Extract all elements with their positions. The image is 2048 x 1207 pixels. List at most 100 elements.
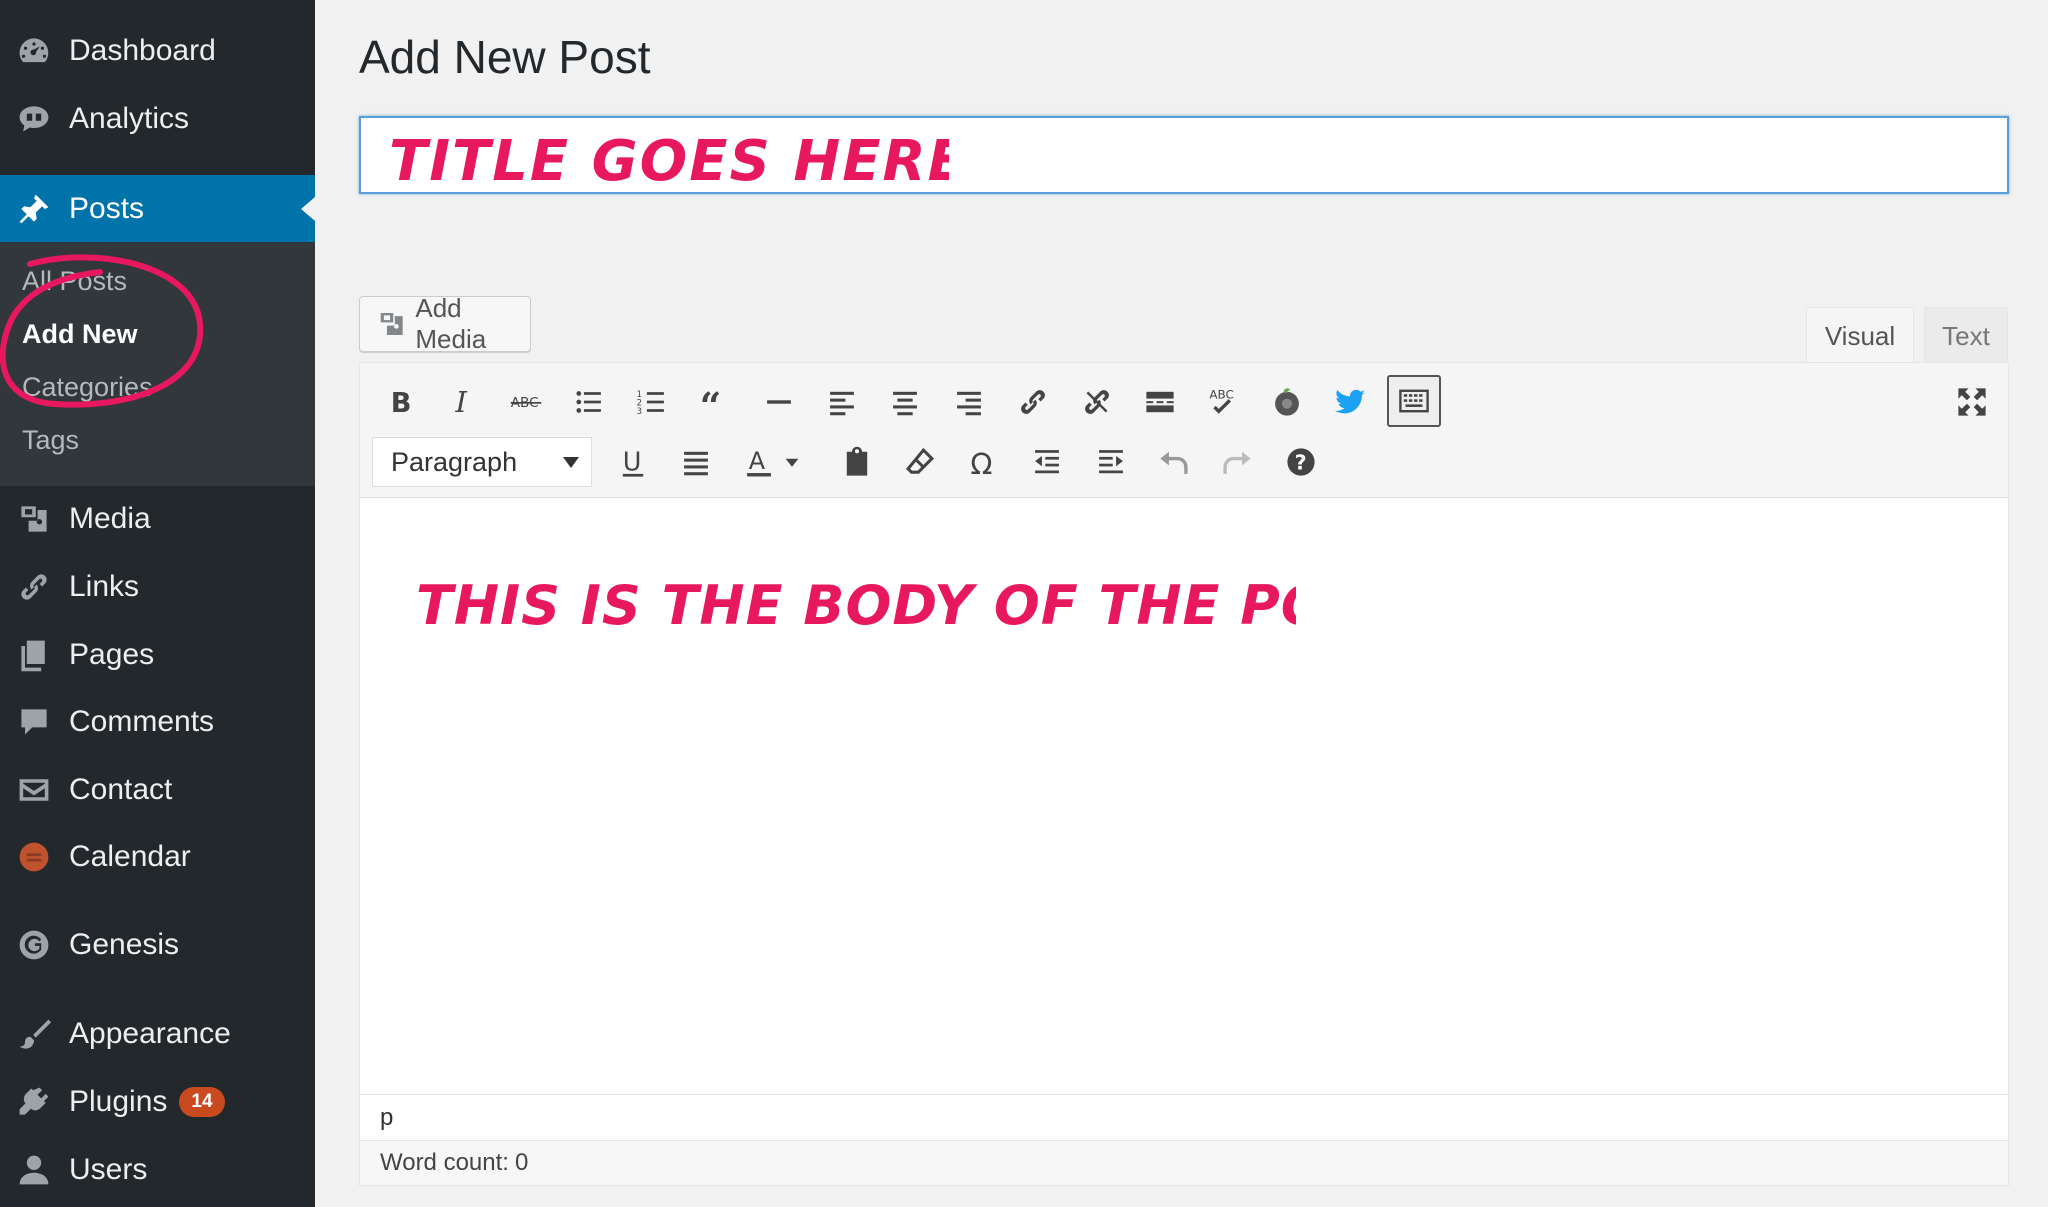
- tab-visual[interactable]: Visual: [1806, 307, 1914, 364]
- special-character-icon: Ω: [970, 447, 992, 479]
- sidebar-item-label: Appearance: [69, 1017, 231, 1050]
- redo-button[interactable]: [1214, 439, 1260, 485]
- sidebar-item-comments[interactable]: Comments: [0, 692, 315, 752]
- align-center-icon: [893, 391, 917, 416]
- format-select-value: Paragraph: [391, 446, 518, 477]
- numbered-list-button[interactable]: 123: [629, 379, 675, 425]
- help-icon: ?: [1287, 448, 1315, 476]
- text-color-dropdown[interactable]: [778, 439, 806, 485]
- fullscreen-button[interactable]: [1949, 379, 1995, 425]
- svg-text:ABC: ABC: [1209, 388, 1233, 402]
- sidebar-item-label: Contact: [69, 773, 173, 806]
- sidebar-item-label: Genesis: [69, 928, 180, 961]
- paste-text-button[interactable]: [834, 439, 880, 485]
- sidebar-item-dashboard[interactable]: Dashboard: [0, 21, 315, 81]
- blockquote-icon: “: [700, 385, 722, 419]
- clear-formatting-icon: [906, 447, 935, 474]
- evernote-button[interactable]: [1264, 379, 1310, 425]
- outdent-button[interactable]: [1024, 439, 1070, 485]
- bullet-list-button[interactable]: [566, 379, 612, 425]
- submenu-item-add-new[interactable]: Add New: [22, 319, 138, 350]
- tab-text[interactable]: Text: [1924, 307, 2008, 364]
- format-select[interactable]: Paragraph: [372, 437, 592, 487]
- add-media-button[interactable]: Add Media: [359, 293, 531, 354]
- spellcheck-button[interactable]: ABC: [1200, 379, 1246, 425]
- post-title-input[interactable]: TITLE GOES HERE: [359, 116, 2009, 194]
- toolbar-toggle-button[interactable]: [1387, 375, 1441, 427]
- chevron-down-icon: [785, 458, 799, 467]
- dashboard-icon: [15, 32, 53, 70]
- read-more-button[interactable]: [1137, 379, 1183, 425]
- genesis-icon: [15, 926, 53, 964]
- undo-icon: [1160, 451, 1188, 474]
- special-character-button[interactable]: Ω: [961, 439, 1007, 485]
- justify-button[interactable]: [673, 439, 719, 485]
- sidebar-item-appearance[interactable]: Appearance: [0, 1004, 315, 1064]
- plugin-update-badge: 14: [179, 1087, 225, 1117]
- sidebar-item-calendar[interactable]: Calendar: [0, 827, 315, 887]
- align-left-button[interactable]: [819, 379, 865, 425]
- title-annotation: TITLE GOES HERE: [389, 129, 949, 190]
- sidebar-item-links[interactable]: Links: [0, 557, 315, 617]
- sidebar-item-analytics[interactable]: Analytics: [0, 89, 315, 149]
- unlink-button[interactable]: [1074, 379, 1120, 425]
- comment-icon: [15, 703, 53, 741]
- blockquote-button[interactable]: “: [692, 379, 738, 425]
- submenu-item-categories[interactable]: Categories: [22, 372, 153, 403]
- sidebar-item-plugins[interactable]: Plugins 14: [0, 1072, 315, 1132]
- chevron-down-icon: [563, 457, 579, 468]
- svg-text:3: 3: [637, 407, 642, 417]
- sidebar-item-users[interactable]: Users: [0, 1140, 315, 1200]
- strikethrough-button[interactable]: ABC: [503, 379, 549, 425]
- italic-button[interactable]: I: [441, 379, 487, 425]
- user-icon: [15, 1151, 53, 1189]
- sidebar-item-label: Dashboard: [69, 34, 216, 67]
- text-color-button[interactable]: A: [736, 439, 782, 485]
- bullet-list-icon: [576, 391, 601, 413]
- calendar-icon: [15, 838, 53, 876]
- add-media-label: Add Media: [415, 293, 487, 354]
- word-count-value: 0: [514, 1149, 529, 1176]
- indent-button[interactable]: [1088, 439, 1134, 485]
- sidebar-item-media[interactable]: Media: [0, 489, 315, 549]
- bold-button[interactable]: B: [378, 379, 424, 425]
- body-annotation: THIS IS THE BODY OF THE POST: [416, 574, 1296, 637]
- post-body-editor[interactable]: THIS IS THE BODY OF THE POST: [360, 498, 2008, 1108]
- sidebar-item-genesis[interactable]: Genesis: [0, 915, 315, 975]
- sidebar-item-label: Users: [69, 1153, 148, 1186]
- editor-toolbar: B I ABC 123 “ ABC Paragraph U A Ω ?: [360, 363, 2008, 498]
- help-button[interactable]: ?: [1278, 439, 1324, 485]
- media-icon: [15, 500, 53, 538]
- admin-sidebar: Dashboard Analytics Posts All Posts Add …: [0, 0, 315, 1207]
- pushpin-icon: [15, 190, 53, 228]
- submenu-item-tags[interactable]: Tags: [22, 425, 79, 456]
- link-icon: [15, 568, 53, 606]
- svg-text:?: ?: [1295, 451, 1307, 475]
- align-center-button[interactable]: [882, 379, 928, 425]
- page-title: Add New Post: [359, 31, 651, 83]
- underline-icon: U: [622, 448, 644, 478]
- sidebar-item-posts[interactable]: Posts: [0, 175, 315, 242]
- submenu-item-all-posts[interactable]: All Posts: [22, 266, 127, 297]
- svg-text:U: U: [623, 448, 642, 478]
- insert-link-button[interactable]: [1010, 379, 1056, 425]
- add-media-icon: [380, 313, 403, 335]
- undo-button[interactable]: [1151, 439, 1197, 485]
- underline-button[interactable]: U: [610, 439, 656, 485]
- align-right-button[interactable]: [946, 379, 992, 425]
- svg-text:B: B: [391, 388, 412, 419]
- plugin-icon: [15, 1083, 53, 1121]
- toolbar-toggle-icon: [1399, 389, 1429, 413]
- twitter-button[interactable]: [1327, 379, 1373, 425]
- sidebar-item-contact[interactable]: Contact: [0, 760, 315, 820]
- element-path[interactable]: p: [380, 1104, 393, 1132]
- indent-icon: [1099, 450, 1123, 474]
- outdent-icon: [1035, 450, 1059, 474]
- sidebar-item-pages[interactable]: Pages: [0, 625, 315, 685]
- svg-text:THIS IS THE BODY OF THE POST: THIS IS THE BODY OF THE POST: [416, 574, 1296, 637]
- fullscreen-icon: [1958, 388, 1986, 416]
- horizontal-rule-button[interactable]: [756, 379, 802, 425]
- clear-formatting-button[interactable]: [897, 439, 943, 485]
- sidebar-item-label: Calendar: [69, 840, 191, 873]
- word-count-label: Word count:: [380, 1149, 509, 1176]
